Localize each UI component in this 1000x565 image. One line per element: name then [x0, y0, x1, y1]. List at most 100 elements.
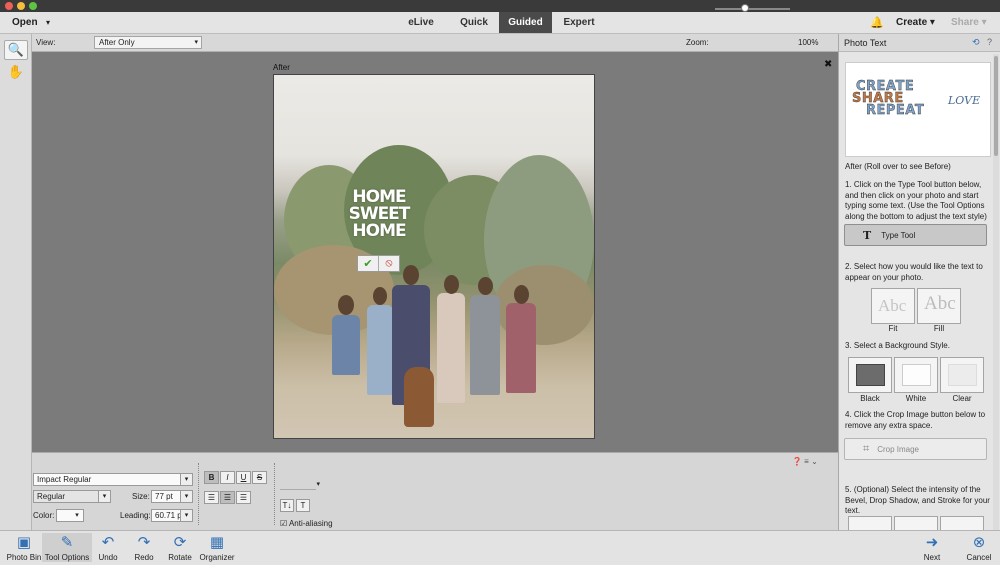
strikethrough-button[interactable]: S — [252, 471, 267, 484]
text-color-style-select[interactable]: ▾ — [280, 470, 320, 490]
black-background-button[interactable] — [848, 357, 892, 393]
person-head — [373, 287, 387, 305]
vertical-type-icon[interactable]: T↓ — [280, 499, 294, 512]
bottom-bar: ▣ Photo Bin ✎ Tool Options ↶ Undo ↷ Redo… — [0, 530, 1000, 565]
view-select[interactable]: After Only ▾ — [94, 36, 202, 49]
after-label: After — [273, 63, 290, 72]
organizer-button[interactable]: ▦ Organizer — [193, 533, 241, 562]
panel-scrollbar-thumb[interactable] — [994, 56, 998, 156]
size-value: 77 pt — [155, 492, 173, 501]
step-2-text: 2. Select how you would like the text to… — [845, 262, 983, 282]
white-swatch — [902, 364, 931, 386]
notification-bell-icon[interactable]: 🔔 — [870, 16, 884, 29]
person-head — [338, 295, 354, 315]
cancel-edit-icon[interactable]: ⦸ — [379, 256, 399, 271]
after-note: After (Roll over to see Before) — [845, 162, 951, 171]
photo-canvas[interactable]: HOME SWEET HOME ✔ ⦸ — [273, 74, 595, 439]
hand-tool-icon[interactable]: ✋ — [4, 62, 28, 82]
open-menu[interactable]: Open — [12, 17, 38, 28]
color-swatch[interactable]: ▾ — [56, 509, 84, 522]
next-label: Next — [923, 553, 941, 562]
person-figure — [470, 295, 500, 395]
align-left-icon[interactable]: ☰ — [204, 491, 219, 504]
font-style-select[interactable]: Regular ▾ — [33, 490, 111, 503]
zoom-slider-handle[interactable] — [741, 4, 749, 12]
zoom-window-button[interactable] — [29, 2, 37, 10]
chevron-down-icon: ▾ — [98, 491, 110, 502]
minimize-window-button[interactable] — [17, 2, 25, 10]
fit-option-button[interactable]: Abc — [871, 288, 915, 324]
crop-image-label: Crop Image — [877, 444, 919, 454]
anti-aliasing-checkbox[interactable]: ☑ Anti-aliasing — [280, 519, 333, 528]
bevel-option-button[interactable] — [848, 516, 892, 530]
photo-bin-label: Photo Bin — [6, 553, 42, 562]
tab-quick[interactable]: Quick — [449, 12, 499, 33]
size-label: Size: — [132, 492, 150, 501]
view-label: View: — [36, 38, 56, 47]
clear-label: Clear — [952, 394, 972, 403]
person-figure — [437, 293, 465, 403]
stroke-option-button[interactable] — [940, 516, 984, 530]
cancel-button[interactable]: ⊗ Cancel — [955, 533, 1000, 562]
clear-swatch — [948, 364, 977, 386]
crop-icon: ⌗ — [863, 442, 870, 455]
step-3-text: 3. Select a Background Style. — [845, 341, 950, 350]
open-dropdown-icon[interactable]: ▾ — [46, 18, 50, 27]
organizer-icon: ▦ — [209, 534, 225, 551]
photo-text-overlay[interactable]: HOME SWEET HOME — [346, 189, 412, 240]
fill-option-button[interactable]: Abc — [917, 288, 961, 324]
underline-button[interactable]: U — [236, 471, 251, 484]
chevron-down-icon: ▾ — [180, 474, 192, 485]
step-1-text: 1. Click on the Type Tool button below, … — [845, 180, 987, 221]
photo-bin-icon: ▣ — [16, 534, 32, 551]
dog-figure — [404, 367, 434, 427]
tab-expert[interactable]: Expert — [552, 12, 606, 33]
tab-elive[interactable]: eLive — [393, 12, 449, 33]
text-commit-controls: ✔ ⦸ — [357, 255, 400, 272]
italic-button[interactable]: I — [220, 471, 235, 484]
close-window-button[interactable] — [5, 2, 13, 10]
preview-line: REPEAT — [866, 103, 925, 118]
next-arrow-icon: ➜ — [925, 534, 939, 551]
leading-field[interactable]: 60.71 pt ▾ — [151, 509, 193, 522]
reset-icon[interactable]: ⟲ — [972, 37, 980, 48]
align-right-icon[interactable]: ☰ — [236, 491, 251, 504]
zoom-slider[interactable] — [715, 8, 790, 10]
zoom-label: Zoom: — [686, 38, 709, 47]
align-center-icon[interactable]: ☰ — [220, 491, 235, 504]
cancel-label: Cancel — [966, 553, 992, 562]
commit-check-icon[interactable]: ✔ — [358, 256, 379, 271]
tab-guided[interactable]: Guided — [499, 12, 552, 33]
person-figure — [367, 305, 393, 395]
preview-thumbnail: CREATE SHARE REPEAT LOVE — [845, 62, 991, 157]
size-field[interactable]: 77 pt ▾ — [151, 490, 193, 503]
black-label: Black — [860, 394, 880, 403]
clear-background-button[interactable] — [940, 357, 984, 393]
font-family-select[interactable]: Impact Regular ▾ — [33, 473, 193, 486]
share-menu[interactable]: Share ▾ — [951, 17, 987, 28]
help-icon[interactable]: ? — [987, 37, 992, 47]
organizer-label: Organizer — [199, 553, 235, 562]
photo-bin-button[interactable]: ▣ Photo Bin — [0, 533, 48, 562]
bold-button[interactable]: B — [204, 471, 219, 484]
white-background-button[interactable] — [894, 357, 938, 393]
type-tool-label: Type Tool — [881, 230, 916, 240]
person-figure — [332, 315, 360, 375]
crop-image-button[interactable]: ⌗ Crop Image — [844, 438, 987, 460]
close-icon[interactable]: ✖ — [824, 59, 832, 70]
create-menu[interactable]: Create ▾ — [896, 17, 935, 28]
next-button[interactable]: ➜ Next — [908, 533, 956, 562]
type-orientation-icon[interactable]: T — [296, 499, 310, 512]
person-head — [514, 285, 529, 304]
view-bar: View: After Only ▾ Zoom: 100% — [32, 34, 838, 52]
person-head — [403, 265, 419, 285]
zoom-tool-icon[interactable]: 🔍 — [4, 40, 28, 60]
type-tool-button[interactable]: T Type Tool — [844, 224, 987, 246]
person-head — [478, 277, 493, 295]
cancel-circle-icon: ⊗ — [972, 534, 986, 551]
overlay-text-line: HOME — [352, 221, 406, 241]
fill-label: Fill — [933, 324, 945, 333]
fit-abc-sample: Abc — [878, 296, 907, 315]
help-icon[interactable]: ❓ ≡ ⌄ — [792, 457, 818, 466]
drop-shadow-option-button[interactable] — [894, 516, 938, 530]
